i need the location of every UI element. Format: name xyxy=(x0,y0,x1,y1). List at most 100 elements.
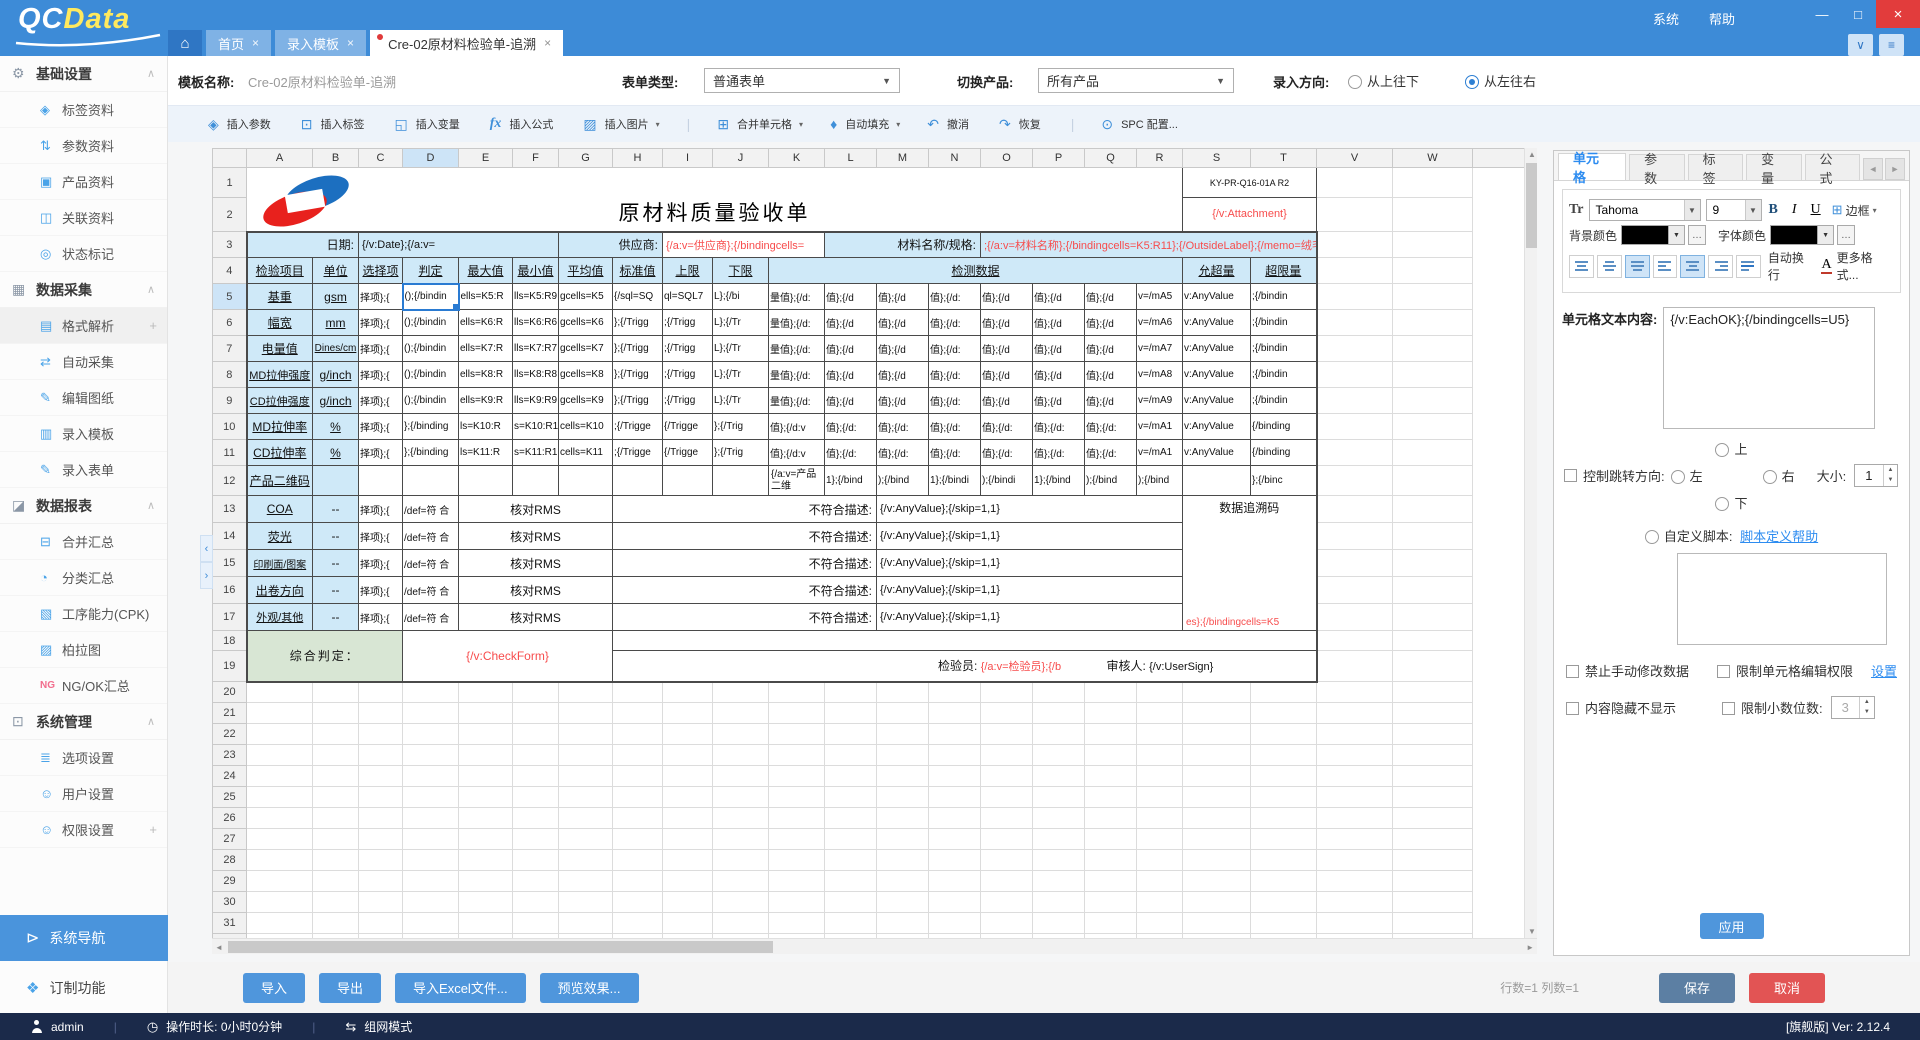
sheet-cell[interactable] xyxy=(513,466,559,496)
sheet-cell[interactable] xyxy=(1033,745,1085,766)
sheet-cell[interactable] xyxy=(877,913,929,934)
sheet-cell[interactable] xyxy=(313,703,359,724)
sheet-cell[interactable]: {/v:AnyValue};{/skip=1,1} xyxy=(877,496,1183,523)
sheet-cell[interactable]: 值};{/d xyxy=(877,336,929,362)
insert-label-button[interactable]: ⊡插入标签 xyxy=(301,116,368,133)
row-header[interactable]: 25 xyxy=(213,787,247,808)
sheet-cell[interactable] xyxy=(1473,440,1525,466)
sheet-cell[interactable] xyxy=(1393,604,1473,631)
sheet-cell[interactable]: 值};{/d xyxy=(1085,284,1137,310)
import-excel-button[interactable]: 导入Excel文件... xyxy=(395,973,526,1003)
sheet-cell[interactable]: /def=符 合 xyxy=(403,496,459,523)
trace-code-cell[interactable]: 数据追溯码 es};{/bindingcells=K5 xyxy=(1183,496,1317,631)
sheet-cell[interactable] xyxy=(713,466,769,496)
sheet-cell[interactable] xyxy=(247,703,313,724)
sheet-cell[interactable]: /def=符 合 xyxy=(403,523,459,550)
sheet-cell[interactable]: ls=K10:R xyxy=(459,414,513,440)
valign-bottom-button[interactable] xyxy=(1625,255,1650,278)
sheet-cell[interactable] xyxy=(559,745,613,766)
sheet-cell[interactable] xyxy=(513,829,559,850)
font-color-picker[interactable]: ▼ xyxy=(1770,225,1834,245)
sheet-cell[interactable] xyxy=(359,829,403,850)
sheet-cell[interactable] xyxy=(1317,388,1393,414)
sheet-cell[interactable] xyxy=(359,703,403,724)
sheet-cell[interactable] xyxy=(513,766,559,787)
sheet-cell[interactable]: };{/binding xyxy=(403,414,459,440)
sheet-cell[interactable] xyxy=(825,829,877,850)
row-header[interactable]: 18 xyxy=(213,631,247,651)
sheet-cell[interactable] xyxy=(1085,703,1137,724)
sheet-cell[interactable] xyxy=(713,871,769,892)
sheet-cell[interactable]: 值};{/d: xyxy=(877,414,929,440)
sheet-cell[interactable] xyxy=(1183,871,1251,892)
sheet-cell[interactable]: 值};{/d xyxy=(825,362,877,388)
sheet-cell[interactable] xyxy=(769,871,825,892)
sheet-cell[interactable]: MD拉伸率 xyxy=(247,414,313,440)
sheet-cell[interactable]: lls=K7:R7 xyxy=(513,336,559,362)
sheet-cell[interactable]: };{/binc xyxy=(1251,466,1317,496)
sheet-cell[interactable] xyxy=(1137,892,1183,913)
sheet-cell[interactable]: 值};{/d xyxy=(877,388,929,414)
sheet-cell[interactable] xyxy=(713,682,769,703)
sheet-cell[interactable]: gcells=K7 xyxy=(559,336,613,362)
sheet-cell[interactable] xyxy=(981,787,1033,808)
sheet-cell[interactable] xyxy=(1393,577,1473,604)
sheet-cell[interactable]: {/binding xyxy=(1251,440,1317,466)
sheet-cell[interactable] xyxy=(981,745,1033,766)
sheet-cell[interactable] xyxy=(403,871,459,892)
sheet-cell[interactable]: 值};{/d: xyxy=(825,440,877,466)
sheet-cell[interactable] xyxy=(877,892,929,913)
sheet-cell[interactable] xyxy=(613,724,663,745)
sheet-cell[interactable] xyxy=(1033,871,1085,892)
sheet-cell[interactable]: lls=K8:R8 xyxy=(513,362,559,388)
sheet-cell[interactable] xyxy=(877,871,929,892)
sheet-cell[interactable] xyxy=(1137,850,1183,871)
jump-direction-checkbox[interactable] xyxy=(1564,469,1577,482)
direction-left-right-radio[interactable]: 从左往右 xyxy=(1465,71,1536,91)
system-nav-button[interactable]: ⊳系统导航 xyxy=(0,915,168,961)
sheet-cell[interactable]: /def=符 合 xyxy=(403,550,459,577)
column-header[interactable]: Q xyxy=(1085,149,1137,168)
sheet-cell[interactable] xyxy=(403,724,459,745)
sheet-cell[interactable]: g/inch xyxy=(313,388,359,414)
permission-settings-link[interactable]: 设置 xyxy=(1871,661,1897,680)
sheet-cell[interactable]: 值};{/d xyxy=(877,310,929,336)
sheet-cell[interactable]: 单位 xyxy=(313,258,359,284)
sheet-cell[interactable] xyxy=(247,724,313,745)
auto-fill-button[interactable]: ♦自动填充▾ xyxy=(830,116,900,132)
sheet-cell[interactable] xyxy=(1033,892,1085,913)
sheet-cell[interactable]: v=/mA9 xyxy=(1137,388,1183,414)
sheet-cell[interactable] xyxy=(459,829,513,850)
sheet-cell[interactable] xyxy=(1137,829,1183,850)
sheet-cell[interactable] xyxy=(1183,724,1251,745)
scrollbar-thumb[interactable] xyxy=(228,941,773,953)
sheet-cell[interactable]: );{/bind xyxy=(877,466,929,496)
sheet-cell[interactable] xyxy=(513,724,559,745)
sheet-cell[interactable] xyxy=(981,682,1033,703)
sheet-cell[interactable] xyxy=(769,808,825,829)
tab-overflow-down-icon[interactable]: ∨ xyxy=(1848,34,1873,56)
save-button[interactable]: 保存 xyxy=(1659,973,1735,1003)
row-header[interactable]: 11 xyxy=(213,440,247,466)
sheet-cell[interactable] xyxy=(1137,766,1183,787)
section-system-management[interactable]: ⊡系统管理∧ xyxy=(0,704,167,740)
collapse-icon[interactable]: ∧ xyxy=(147,715,155,728)
section-basic-settings[interactable]: ⚙基础设置∧ xyxy=(0,56,167,92)
sheet-cell[interactable] xyxy=(1317,631,1393,651)
sheet-cell[interactable] xyxy=(459,703,513,724)
sheet-cell[interactable] xyxy=(1317,362,1393,388)
sheet-cell[interactable] xyxy=(769,892,825,913)
sheet-cell[interactable] xyxy=(1393,766,1473,787)
sheet-cell[interactable] xyxy=(1033,766,1085,787)
sheet-cell[interactable] xyxy=(559,724,613,745)
sheet-cell[interactable]: 检测数据 xyxy=(769,258,1183,284)
sheet-cell[interactable]: ;{/bindin xyxy=(1251,362,1317,388)
redo-button[interactable]: ↷恢复 xyxy=(999,116,1044,133)
sheet-cell[interactable]: gcells=K9 xyxy=(559,388,613,414)
tab-param[interactable]: 参数 xyxy=(1629,154,1684,180)
sheet-cell[interactable]: v=/mA7 xyxy=(1137,336,1183,362)
row-header[interactable]: 8 xyxy=(213,362,247,388)
sheet-cell[interactable] xyxy=(663,850,713,871)
sheet-cell[interactable] xyxy=(247,829,313,850)
sheet-cell[interactable] xyxy=(825,724,877,745)
